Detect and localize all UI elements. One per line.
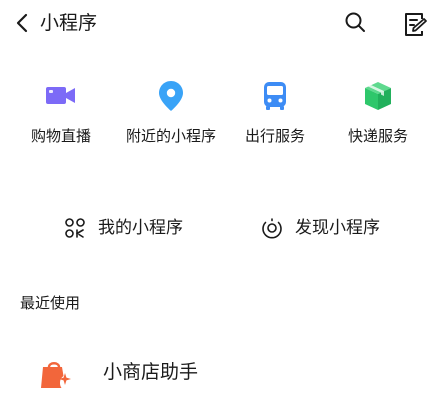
services-grid: 购物直播 附近的小程序 出行服务 快递服务 <box>0 78 444 158</box>
service-express-delivery[interactable]: 快递服务 <box>323 78 433 158</box>
service-label: 快递服务 <box>347 127 408 145</box>
discover-icon <box>262 218 282 239</box>
page-title: 小程序 <box>40 12 98 34</box>
service-label: 出行服务 <box>244 127 305 145</box>
service-travel[interactable]: 出行服务 <box>220 78 330 158</box>
package-box-icon <box>365 82 391 110</box>
mini-program-links: 我的小程序 发现小程序 <box>0 212 444 244</box>
service-nearby-mini-programs[interactable]: 附近的小程序 <box>116 78 226 158</box>
my-mini-programs-label: 我的小程序 <box>98 218 183 238</box>
edit-notes-icon[interactable] <box>402 10 428 38</box>
shop-bag-icon <box>41 362 71 388</box>
recent-item-label: 小商店助手 <box>103 361 199 383</box>
chevron-left-icon[interactable] <box>12 11 32 35</box>
bus-icon <box>264 82 286 110</box>
recent-item-shop-assistant[interactable]: 小商店助手 <box>0 348 444 396</box>
my-mini-programs-button[interactable]: 我的小程序 <box>64 212 183 244</box>
apps-grid-icon <box>65 218 85 238</box>
discover-mini-programs-label: 发现小程序 <box>295 218 380 238</box>
service-label: 附近的小程序 <box>125 127 216 145</box>
discover-mini-programs-button[interactable]: 发现小程序 <box>261 212 380 244</box>
search-icon[interactable] <box>343 10 367 34</box>
service-shopping-live[interactable]: 购物直播 <box>6 78 116 158</box>
service-label: 购物直播 <box>30 127 91 145</box>
recent-section-title: 最近使用 <box>20 294 81 312</box>
header-bar: 小程序 <box>0 0 444 48</box>
location-pin-icon <box>159 81 183 111</box>
video-camera-icon <box>46 87 75 104</box>
